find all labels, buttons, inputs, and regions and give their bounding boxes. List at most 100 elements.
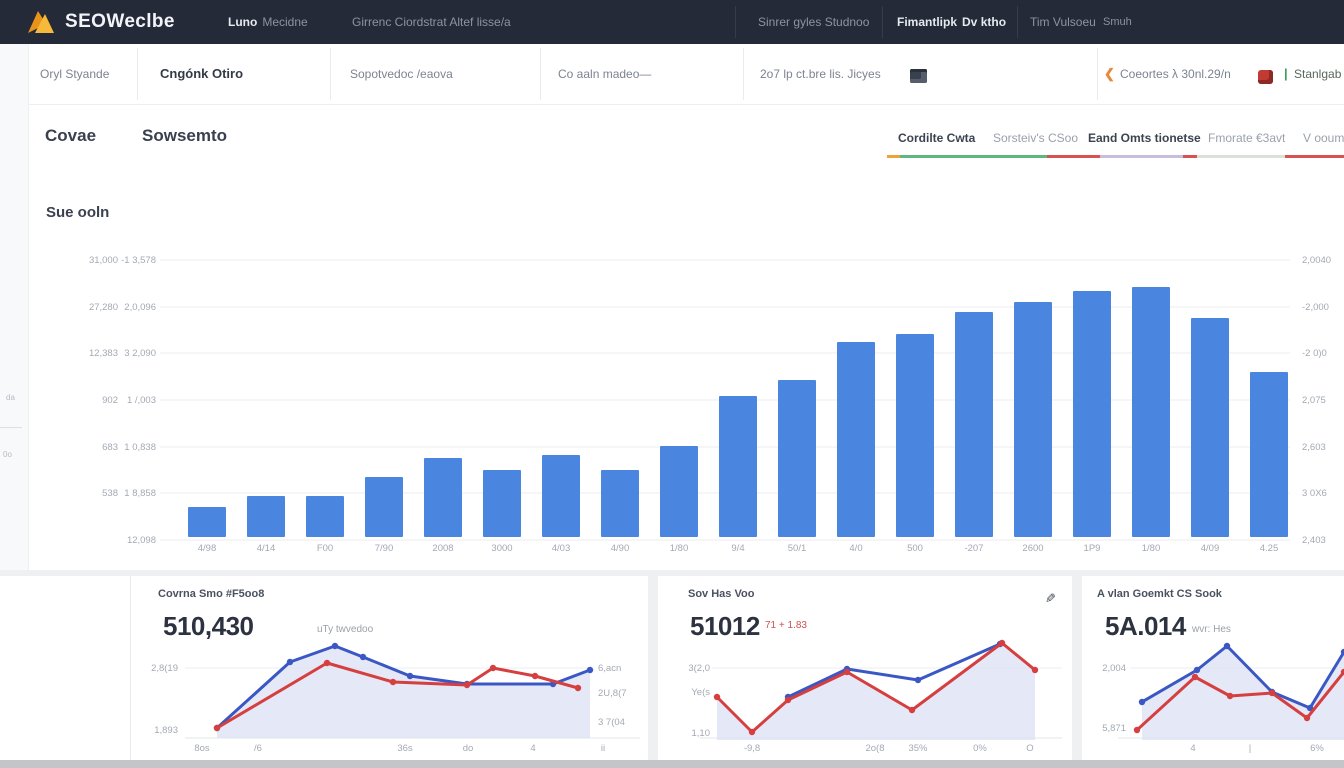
logo-icon <box>26 9 56 35</box>
status-tick-icon: | <box>1284 44 1288 104</box>
bar <box>837 342 875 537</box>
data-point <box>587 667 593 673</box>
left-edge-strip <box>0 44 29 570</box>
strip-label: da <box>6 393 15 402</box>
axis-tick-label: 538 <box>102 488 118 499</box>
axis-tick-label: 3 0X6 <box>1302 488 1327 499</box>
topnav-item-3[interactable]: Sinrer gyles Studnoo <box>758 0 869 44</box>
tab-underline-segment <box>887 155 900 158</box>
data-point <box>464 682 470 688</box>
edit-icon[interactable]: ✎ <box>1041 593 1057 604</box>
bar <box>601 470 639 537</box>
axis-tick-label: ii <box>601 743 605 754</box>
subnav-item-3[interactable]: Sopotvedoc /eaova <box>350 44 453 104</box>
area-fill <box>1142 646 1344 740</box>
axis-tick-label: 7/90 <box>375 543 394 554</box>
topnav-item-1[interactable]: Luno Mecidne <box>228 0 308 44</box>
tab-metric-4[interactable]: Fmorate €3avt <box>1208 131 1285 145</box>
bar <box>719 396 757 537</box>
subnav-item-4[interactable]: Co aaln madeo— <box>558 44 651 104</box>
topnav-item-1-label: Mecidne <box>262 15 307 29</box>
bar <box>1073 291 1111 537</box>
chevron-left-icon[interactable]: ❮ <box>1104 44 1115 104</box>
axis-tick-label: 12,383 <box>89 348 118 359</box>
subnav-divider <box>330 48 331 100</box>
axis-tick-label: 31,000 <box>89 255 118 266</box>
bar <box>1132 287 1170 537</box>
app-badge-icon[interactable] <box>1258 70 1273 84</box>
data-point <box>1269 690 1275 696</box>
bar <box>955 312 993 537</box>
bar <box>483 470 521 537</box>
data-point <box>844 669 850 675</box>
bar <box>542 455 580 537</box>
bar <box>247 496 285 537</box>
axis-tick-label: 3(2,0 <box>688 663 710 674</box>
axis-tick-label: 2008 <box>432 543 453 554</box>
axis-tick-label: -207 <box>964 543 983 554</box>
section-gap <box>0 570 1344 576</box>
bar <box>424 458 462 537</box>
tab-metric-1[interactable]: Cordilte Cwta <box>898 131 975 145</box>
tab-metric-2[interactable]: Sorsteiv's CSoo <box>993 131 1078 145</box>
axis-tick-label: 4.25 <box>1260 543 1279 554</box>
strip-label: 0o <box>3 450 12 459</box>
axis-tick-label: 3000 <box>491 543 512 554</box>
card1-value: 510,430 <box>163 611 253 642</box>
bottom-scroll-strip[interactable] <box>0 760 1344 768</box>
data-point <box>844 666 850 672</box>
calendar-icon[interactable] <box>910 69 927 83</box>
tab-metric-5[interactable]: V ooum <box>1303 131 1344 145</box>
topnav-item-4-label: Dv ktho <box>962 15 1006 29</box>
card3-subtext: wvr: Hes <box>1192 624 1231 635</box>
subnav-item-2[interactable]: Cngónk Otiro <box>160 44 243 104</box>
brand-name: SEOWeclbe <box>65 11 175 33</box>
tab-underline-segment <box>900 155 1047 158</box>
subnav-compare[interactable]: Coeortes λ 30nl.29/n <box>1120 44 1231 104</box>
data-point <box>785 694 791 700</box>
card-gap <box>1072 576 1082 760</box>
topnav-divider <box>1017 6 1018 38</box>
card-row-left-divider <box>130 576 131 760</box>
subnav-status[interactable]: Stanlgab <box>1294 44 1341 104</box>
data-point <box>714 694 720 700</box>
card3-value: 5A.014 <box>1105 611 1186 642</box>
data-point <box>575 685 581 691</box>
brand[interactable]: SEOWeclbe <box>26 7 175 37</box>
axis-tick-label: 6% <box>1310 743 1324 754</box>
data-point <box>390 679 396 685</box>
subnav-item-1-label: Oryl Styande <box>40 67 109 81</box>
axis-tick-label: 4 <box>1190 743 1195 754</box>
axis-tick-label: 3 7(04 <box>598 717 625 728</box>
subnav-date-range[interactable]: 2o7 lp ct.bre lis. Jicyes <box>760 44 881 104</box>
subnav-item-1[interactable]: Oryl Styande <box>40 44 109 104</box>
data-point <box>1134 727 1140 733</box>
line-series-blue <box>1142 646 1344 708</box>
topnav-item-2[interactable]: Girrenc Ciordstrat Altef lisse/a <box>352 0 511 44</box>
axis-tick-label: 1/80 <box>1142 543 1161 554</box>
charts-overlay: 4/984/14F007/90200830004/034/901/809/450… <box>0 0 1344 768</box>
tab-overview[interactable]: Covae <box>45 126 96 146</box>
area-fill <box>717 643 1035 740</box>
tab-metric-3[interactable]: Eand Omts tionetse <box>1088 131 1201 145</box>
topnav-item-4[interactable]: FimantlipkDv ktho <box>897 0 1006 44</box>
data-point <box>287 659 293 665</box>
card1-subtext: uTy twvedoo <box>317 624 373 635</box>
axis-tick-label: 4/0 <box>849 543 862 554</box>
topnav-item-5[interactable]: Tim Vulsoeu <box>1030 0 1096 44</box>
axis-tick-label: 1 0,838 <box>124 442 156 453</box>
data-point <box>1032 667 1038 673</box>
subnav-divider <box>137 48 138 100</box>
tab-segments[interactable]: Sowsemto <box>142 126 227 146</box>
axis-tick-label: 2,0040 <box>1302 255 1331 266</box>
card3-title: A vlan Goemkt CS Sook <box>1097 588 1222 600</box>
line-series-red <box>217 663 578 728</box>
axis-tick-label: 2600 <box>1022 543 1043 554</box>
axis-tick-label: 683 <box>102 442 118 453</box>
topnav-divider <box>882 6 883 38</box>
data-point <box>1192 674 1198 680</box>
topnav-item-5-label: Tim Vulsoeu <box>1030 15 1096 29</box>
topnav-item-1-strong: Luno <box>228 15 257 29</box>
topnav-item-6[interactable]: Smuh <box>1103 0 1132 44</box>
card-gap <box>648 576 658 760</box>
